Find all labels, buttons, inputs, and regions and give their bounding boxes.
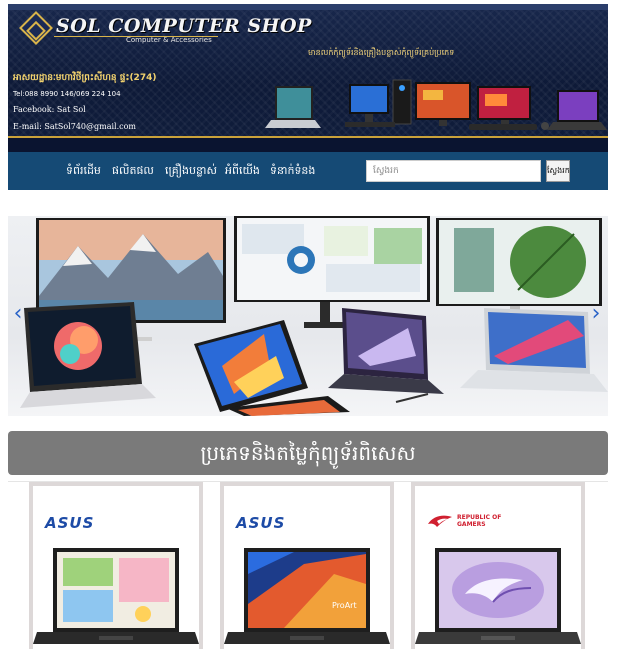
- nav-products[interactable]: ផលិតផល: [112, 164, 154, 180]
- banner-bottom-band: [8, 138, 608, 152]
- banner-tagline: មានលក់កុំព្យូទ័រនិងគ្រឿងបន្លាស់កុំព្យូទ័…: [308, 48, 455, 57]
- nav-contact[interactable]: ទំនាក់ទំនង: [270, 164, 315, 180]
- asus-logo: ASUS: [236, 514, 286, 532]
- hero-image: [20, 216, 608, 416]
- brand-name: SOL COMPUTER SHOP: [56, 15, 312, 37]
- nav-about[interactable]: អំពីយើង: [225, 164, 260, 180]
- rog-eye-icon: [428, 515, 452, 527]
- section-title: ប្រភេទនិងតម្លៃកុំព្យូទ័រពិសេស: [200, 441, 416, 465]
- page: SOL COMPUTER SHOP Computer & Accessories…: [0, 0, 617, 649]
- main-nav: ទំព័រដើម ផលិតផល គ្រឿងបន្លាស់ អំពីយើង ទំន…: [8, 152, 608, 190]
- nav-home[interactable]: ទំព័រដើម: [66, 164, 101, 180]
- laptop-image: [33, 548, 199, 644]
- rog-text-line2: GAMERS: [457, 521, 486, 528]
- search-input[interactable]: [366, 160, 541, 182]
- shop-facebook: Facebook: Sat Sol: [13, 105, 86, 114]
- shop-address: អាសយដ្ឋានៈមហាវិថីព្រះសីហនុ ផ្ទះ(274): [13, 73, 157, 83]
- shop-phone: Tel:088 8990 146/069 224 104: [13, 90, 121, 98]
- asus-logo: ASUS: [45, 514, 95, 532]
- banner-devices-image: [265, 79, 607, 130]
- brand-subtitle: Computer & Accessories: [126, 36, 212, 44]
- product-card[interactable]: ASUS: [29, 482, 203, 649]
- product-card[interactable]: REPUBLIC OF GAMERS: [411, 482, 585, 649]
- laptop-image: [415, 548, 581, 644]
- header-banner: SOL COMPUTER SHOP Computer & Accessories…: [8, 4, 608, 152]
- rog-text-line1: REPUBLIC OF: [457, 514, 502, 521]
- hero-carousel: ‹ ›: [8, 216, 608, 416]
- nav-accessories[interactable]: គ្រឿងបន្លាស់: [165, 164, 217, 180]
- search-button[interactable]: ស្វែងរក: [546, 160, 570, 182]
- carousel-next-button[interactable]: ›: [588, 302, 604, 326]
- rog-logo: REPUBLIC OF GAMERS: [427, 514, 501, 528]
- product-card[interactable]: ASUS ProArt: [220, 482, 394, 649]
- proart-screen-text: ProArt: [332, 601, 357, 610]
- shop-email: E-mail: SatSol740@gmail.com: [13, 122, 137, 131]
- laptop-image: ProArt: [224, 548, 390, 644]
- rog-text: REPUBLIC OF GAMERS: [457, 514, 501, 528]
- section-header: ប្រភេទនិងតម្លៃកុំព្យូទ័រពិសេស: [8, 431, 608, 475]
- banner-top-strip: [8, 4, 608, 10]
- carousel-prev-button[interactable]: ‹: [10, 302, 26, 326]
